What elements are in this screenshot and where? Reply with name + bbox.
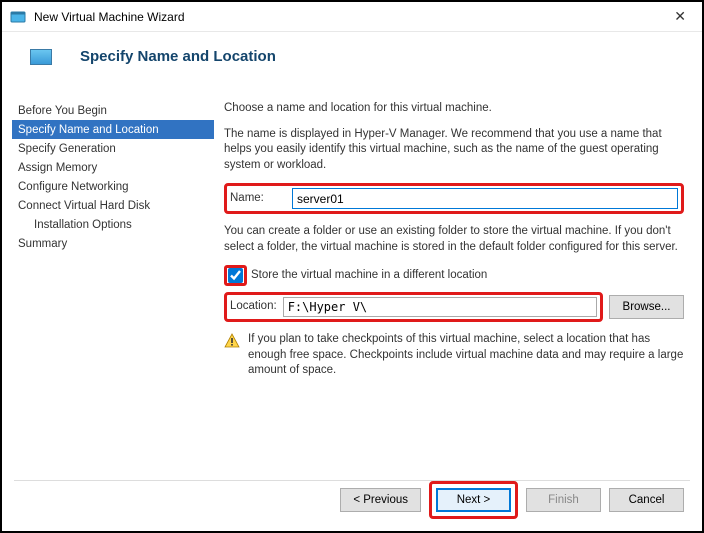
step-configure-networking[interactable]: Configure Networking [12, 177, 214, 196]
main-area: Before You Begin Specify Name and Locati… [2, 93, 702, 379]
location-highlight: Location: [224, 292, 603, 322]
step-assign-memory[interactable]: Assign Memory [12, 158, 214, 177]
content-panel: Choose a name and location for this virt… [214, 93, 702, 379]
cancel-button[interactable]: Cancel [609, 488, 684, 512]
step-installation-options[interactable]: Installation Options [12, 215, 214, 234]
browse-button[interactable]: Browse... [609, 295, 684, 319]
next-button[interactable]: Next > [436, 488, 511, 512]
location-label: Location: [230, 299, 277, 315]
warning-text: If you plan to take checkpoints of this … [248, 332, 684, 379]
step-connect-virtual-hard-disk[interactable]: Connect Virtual Hard Disk [12, 196, 214, 215]
step-before-you-begin[interactable]: Before You Begin [12, 101, 214, 120]
wizard-header: Specify Name and Location [2, 32, 702, 93]
intro-text: Choose a name and location for this virt… [224, 101, 684, 117]
close-icon[interactable]: ✕ [666, 6, 694, 27]
page-title: Specify Name and Location [80, 48, 276, 65]
previous-button[interactable]: < Previous [340, 488, 421, 512]
location-input[interactable] [283, 297, 597, 317]
finish-button[interactable]: Finish [526, 488, 601, 512]
warning-icon [224, 333, 240, 349]
store-different-location-checkbox[interactable] [228, 268, 243, 283]
titlebar: New Virtual Machine Wizard ✕ [2, 2, 702, 32]
folder-help-text: You can create a folder or use an existi… [224, 224, 684, 255]
name-input[interactable] [292, 188, 678, 209]
window-title: New Virtual Machine Wizard [34, 10, 666, 24]
footer-buttons: < Previous Next > Finish Cancel [340, 481, 684, 519]
next-highlight: Next > [429, 481, 518, 519]
store-checkbox-highlight [224, 265, 247, 286]
wizard-header-icon [30, 49, 52, 65]
store-checkbox-label: Store the virtual machine in a different… [251, 268, 487, 284]
name-label: Name: [230, 191, 292, 207]
step-summary[interactable]: Summary [12, 234, 214, 253]
step-specify-name-and-location[interactable]: Specify Name and Location [12, 120, 214, 139]
window-icon [10, 9, 26, 25]
name-highlight: Name: [224, 183, 684, 214]
wizard-steps-sidebar: Before You Begin Specify Name and Locati… [2, 93, 214, 379]
name-help-text: The name is displayed in Hyper-V Manager… [224, 127, 684, 174]
step-specify-generation[interactable]: Specify Generation [12, 139, 214, 158]
